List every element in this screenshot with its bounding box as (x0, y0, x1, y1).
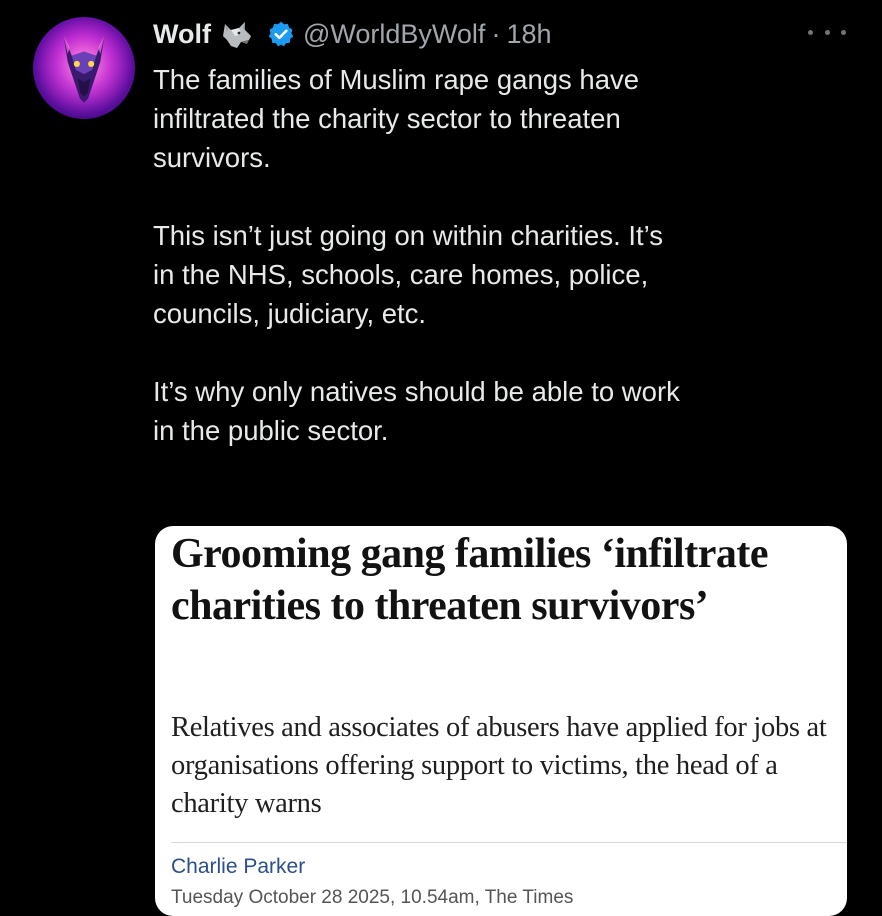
article-dateline: Tuesday October 28 2025, 10.54am, The Ti… (171, 887, 574, 908)
article-headline: Grooming gang families ‘infiltrate chari… (171, 531, 768, 629)
more-horizontal-icon-dot (841, 29, 846, 35)
timestamp[interactable]: 18h (506, 19, 551, 50)
display-name[interactable]: Wolf (153, 19, 211, 50)
tweet-text: The families of Muslim rape gangs have i… (153, 64, 680, 446)
article-author[interactable]: Charlie Parker (171, 855, 305, 879)
verified-badge-icon (267, 20, 295, 48)
avatar[interactable] (33, 17, 135, 119)
article-standfirst: Relatives and associates of abusers have… (171, 712, 827, 819)
separator-dot: · (491, 18, 501, 49)
more-options-button[interactable] (808, 22, 846, 42)
tweet[interactable]: Wolf @WorldByWolf · 18h The families of (0, 0, 882, 916)
article-card[interactable]: Grooming gang families ‘infiltrate chari… (155, 526, 847, 916)
user-handle[interactable]: @WorldByWolf (303, 19, 485, 50)
card-divider (171, 842, 847, 843)
wolf-emoji-icon (219, 18, 255, 50)
wolf-avatar-icon (35, 19, 133, 117)
more-horizontal-icon-dot (808, 29, 813, 35)
tweet-header: Wolf @WorldByWolf · 18h (153, 14, 552, 54)
more-horizontal-icon-dot (824, 29, 830, 35)
